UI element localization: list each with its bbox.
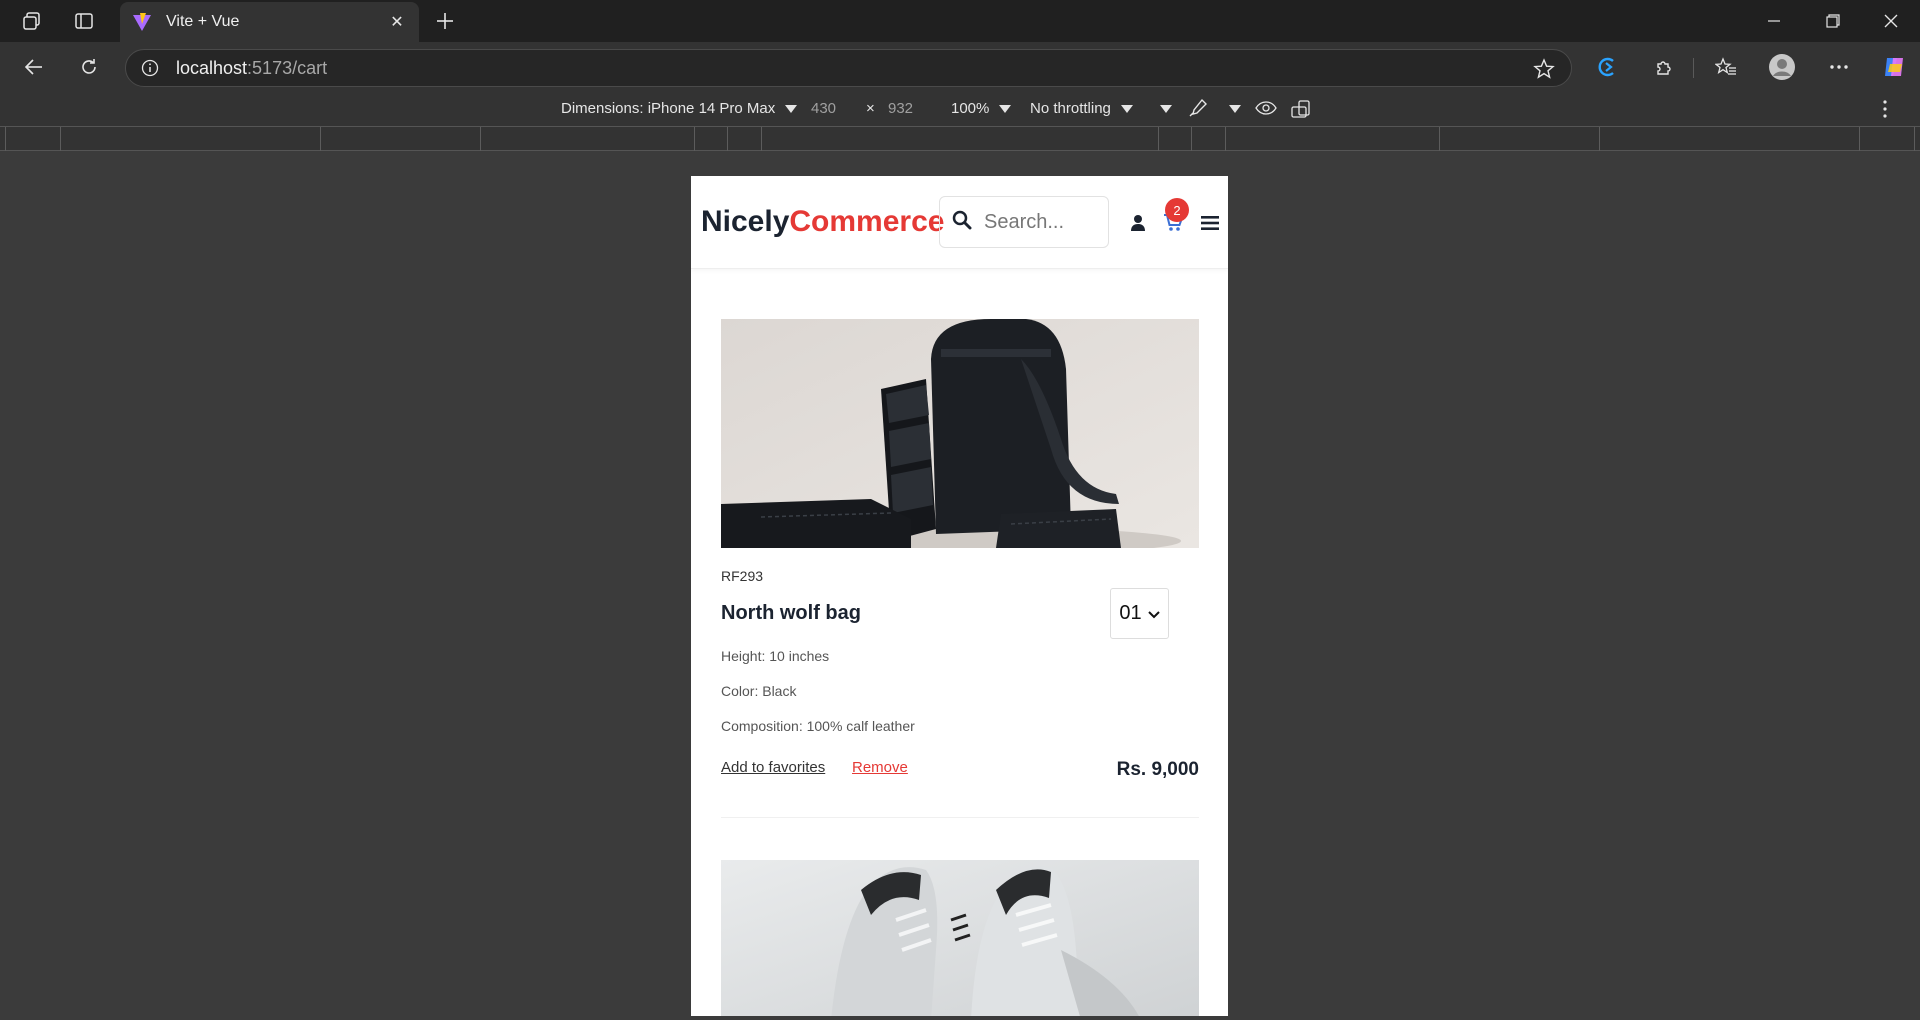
device-width-input[interactable]: 430 xyxy=(811,100,836,117)
dropdown-arrow-icon xyxy=(1120,105,1133,114)
product-image-backpack[interactable] xyxy=(721,319,1199,548)
product-image-sneakers[interactable] xyxy=(721,860,1199,1016)
media-query-ruler xyxy=(0,126,1920,151)
throttling-label: No throttling xyxy=(1030,100,1111,117)
save-data-dropdown-icon[interactable] xyxy=(1160,100,1172,117)
hamburger-menu-icon[interactable] xyxy=(1200,213,1220,233)
user-icon[interactable] xyxy=(1128,213,1148,233)
logo-part-1: Nicely xyxy=(701,205,790,238)
product-price: Rs. 9,000 xyxy=(1116,759,1199,780)
vite-icon xyxy=(132,12,152,32)
device-dimensions-label: Dimensions: iPhone 14 Pro Max xyxy=(561,100,776,117)
zoom-label: 100% xyxy=(951,100,990,117)
ruler-tick xyxy=(320,127,321,151)
favorite-star-icon[interactable] xyxy=(1533,58,1555,85)
logo-part-2: Commerce xyxy=(789,205,945,238)
dropdown-arrow-icon xyxy=(999,105,1012,114)
address-bar[interactable]: localhost:5173/cart xyxy=(125,49,1572,87)
profile-avatar-icon[interactable] xyxy=(1766,51,1798,83)
zoom-dropdown[interactable]: 100% xyxy=(951,100,1012,117)
ruler-tick xyxy=(1439,127,1440,151)
product-attribute-height: Height: 10 inches xyxy=(721,648,830,664)
rotate-device-icon[interactable] xyxy=(1291,99,1313,123)
product-attribute-color: Color: Black xyxy=(721,683,797,699)
product-sku: RF293 xyxy=(721,568,764,584)
device-dimensions-dropdown[interactable]: Dimensions: iPhone 14 Pro Max xyxy=(561,100,798,117)
close-window-icon[interactable] xyxy=(1863,0,1919,42)
copilot-extension-icon[interactable] xyxy=(1592,51,1624,83)
url-path: :5173/cart xyxy=(247,57,328,78)
dropdown-arrow-icon xyxy=(785,105,798,114)
browser-tab-strip: Vite + Vue ✕ xyxy=(0,0,1920,42)
device-viewport: NicelyCommerce 2 xyxy=(691,176,1228,1016)
minimize-icon[interactable] xyxy=(1746,0,1802,42)
cart-count-badge: 2 xyxy=(1165,198,1189,222)
ruler-tick xyxy=(1914,127,1915,151)
ruler-tick xyxy=(1158,127,1159,151)
product-name: North wolf bag xyxy=(721,602,861,624)
ruler-tick xyxy=(1859,127,1860,151)
remove-item-link[interactable]: Remove xyxy=(852,759,908,776)
site-header: NicelyCommerce 2 xyxy=(691,176,1228,269)
search-box xyxy=(939,196,1109,248)
toolbar-separator xyxy=(1693,58,1694,78)
back-icon[interactable] xyxy=(18,51,50,83)
vision-deficiency-icon[interactable] xyxy=(1255,100,1277,120)
more-options-dropdown-icon[interactable] xyxy=(1229,100,1241,117)
ruler-tick xyxy=(761,127,762,151)
ruler-tick xyxy=(60,127,61,151)
ruler-tick xyxy=(727,127,728,151)
device-height-input[interactable]: 932 xyxy=(888,100,913,117)
dimension-times-icon: × xyxy=(866,100,875,117)
ruler-tick xyxy=(1599,127,1600,151)
close-tab-icon[interactable]: ✕ xyxy=(387,12,407,32)
item-divider xyxy=(721,817,1199,818)
ruler-tick xyxy=(1225,127,1226,151)
product-attribute-composition: Composition: 100% calf leather xyxy=(721,718,915,734)
workspaces-icon[interactable] xyxy=(16,6,48,36)
quantity-value: 01 xyxy=(1119,602,1142,624)
more-menu-icon[interactable] xyxy=(1823,51,1855,83)
device-toolbar-more-icon[interactable] xyxy=(1882,99,1888,123)
eyedropper-icon[interactable] xyxy=(1188,98,1208,122)
copilot-icon[interactable] xyxy=(1878,51,1910,83)
device-toolbar: Dimensions: iPhone 14 Pro Max 430 × 932 … xyxy=(0,92,1920,126)
quantity-select[interactable]: 01 xyxy=(1110,588,1169,639)
extensions-icon[interactable] xyxy=(1648,51,1680,83)
tab-actions-icon[interactable] xyxy=(68,6,100,36)
search-input[interactable] xyxy=(984,210,1094,234)
browser-toolbar: localhost:5173/cart xyxy=(0,42,1920,92)
url-host: localhost xyxy=(176,57,248,78)
chevron-down-icon xyxy=(1147,606,1160,622)
favorites-icon[interactable] xyxy=(1710,51,1742,83)
search-icon[interactable] xyxy=(952,210,972,235)
site-logo[interactable]: NicelyCommerce xyxy=(701,205,944,239)
tab-title: Vite + Vue xyxy=(166,13,240,30)
ruler-tick xyxy=(1191,127,1192,151)
restore-icon[interactable] xyxy=(1805,0,1861,42)
add-to-favorites-link[interactable]: Add to favorites xyxy=(721,759,825,776)
reload-icon[interactable] xyxy=(73,51,105,83)
ruler-tick xyxy=(694,127,695,151)
site-info-icon[interactable] xyxy=(140,58,160,78)
ruler-tick xyxy=(5,127,6,151)
throttling-dropdown[interactable]: No throttling xyxy=(1030,100,1133,117)
ruler-tick xyxy=(480,127,481,151)
tab-active[interactable]: Vite + Vue ✕ xyxy=(120,2,419,42)
new-tab-icon[interactable] xyxy=(430,6,460,36)
